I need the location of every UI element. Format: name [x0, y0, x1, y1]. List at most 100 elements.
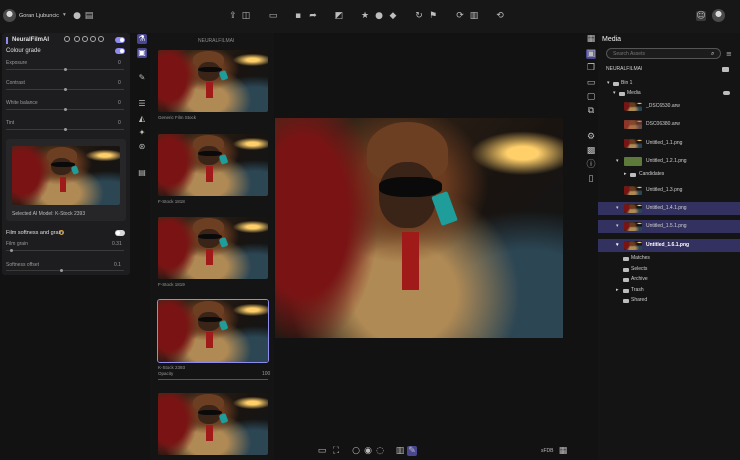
settings-icon[interactable]: ⚙: [586, 132, 596, 142]
circle-outline-icon[interactable]: ○: [351, 446, 361, 456]
folder-icon[interactable]: ▭: [268, 11, 278, 21]
asset-row[interactable]: Untitled_1.3.png: [598, 184, 740, 197]
tree-media-folder[interactable]: ▾ Media: [598, 88, 740, 99]
tree-folder-matches[interactable]: Matches: [598, 253, 740, 264]
search-icon[interactable]: ⌕: [711, 50, 714, 58]
export-icon[interactable]: ⇪: [228, 11, 238, 21]
film-grain-value[interactable]: 0.31: [112, 241, 122, 247]
filter-tool-icon[interactable]: ⚗: [137, 34, 147, 44]
film-thumb-k-stock-2393[interactable]: [157, 299, 269, 363]
crop-tool-icon[interactable]: ▣: [137, 48, 147, 58]
image-icon[interactable]: ▩: [586, 146, 596, 156]
search-assets-field[interactable]: ⌕: [606, 48, 721, 59]
tree-expand-icon[interactable]: ▸: [624, 169, 627, 180]
tag-icon[interactable]: ◆: [388, 11, 398, 21]
media-root-label[interactable]: NEURALFILMAI: [606, 66, 642, 72]
document-icon[interactable]: ▤: [84, 11, 94, 21]
film-thumb-next[interactable]: [158, 393, 268, 455]
circle-dashed-icon[interactable]: ◌: [375, 446, 385, 456]
split-view-icon[interactable]: ◫: [241, 11, 251, 21]
asset-row-selected[interactable]: ▾ Untitled_1.4.1.png: [598, 202, 740, 215]
edit-mode-icon[interactable]: ✎: [407, 446, 417, 456]
circle-filled-icon[interactable]: ●: [374, 11, 384, 21]
asset-row[interactable]: Untitled_1.1.png: [598, 137, 740, 150]
tree-folder-shared[interactable]: Shared: [598, 295, 740, 306]
monitor-icon[interactable]: ▭: [586, 78, 596, 88]
layers-tool-icon[interactable]: ▤: [137, 168, 147, 178]
panel-info-icon[interactable]: [90, 36, 96, 42]
panel-menu-icon[interactable]: [74, 36, 80, 42]
compare-icon[interactable]: ◩: [334, 11, 344, 21]
search-input[interactable]: [613, 50, 703, 58]
panel-enable-toggle[interactable]: [115, 37, 125, 43]
share-icon[interactable]: ➦: [308, 11, 318, 21]
main-image-viewer[interactable]: [275, 118, 563, 338]
bell-tool-icon[interactable]: ◭: [137, 114, 147, 124]
fit-screen-icon[interactable]: ⛶: [331, 446, 341, 456]
panel-add-icon[interactable]: [98, 36, 104, 42]
white-balance-value[interactable]: 0: [118, 100, 121, 106]
user-settings-icon[interactable]: ☺: [696, 11, 706, 21]
rotate-icon[interactable]: ↻: [414, 11, 424, 21]
exposure-value[interactable]: 0: [118, 60, 121, 66]
image-view-icon[interactable]: ▭: [317, 446, 327, 456]
asset-row-selected[interactable]: ▾ Untitled_1.5.1.png: [598, 220, 740, 233]
sliders-tool-icon[interactable]: ☰: [137, 99, 147, 109]
film-softness-info-icon[interactable]: [59, 230, 64, 235]
chat-icon[interactable]: ▢: [586, 92, 596, 102]
star-icon[interactable]: ★: [360, 11, 370, 21]
info-icon[interactable]: ⓘ: [586, 160, 596, 170]
film-softness-toggle[interactable]: [115, 230, 125, 236]
asset-row[interactable]: ▾ Untitled_1.2.1.png: [598, 155, 740, 168]
exposure-slider-knob[interactable]: [64, 68, 67, 71]
media-library-icon[interactable]: ▣: [586, 49, 596, 59]
copy-icon[interactable]: ❐: [586, 63, 596, 73]
film-grain-slider-knob[interactable]: [10, 249, 13, 252]
user-avatar[interactable]: [3, 9, 16, 22]
tree-expand-icon[interactable]: ▾: [616, 239, 619, 252]
asset-row[interactable]: DSC06380.arw: [598, 118, 740, 131]
cloud-sync-icon[interactable]: [723, 91, 730, 95]
histogram-icon[interactable]: ▥: [395, 446, 405, 456]
white-balance-slider-knob[interactable]: [64, 108, 67, 111]
colour-grade-toggle[interactable]: [115, 48, 125, 54]
filter-icon[interactable]: ≡: [726, 50, 732, 58]
flag-icon[interactable]: ⚑: [428, 11, 438, 21]
panel-visibility-icon[interactable]: [64, 36, 70, 42]
tree-expand-icon[interactable]: ▾: [613, 88, 616, 99]
file-icon[interactable]: ▯: [586, 174, 596, 184]
user-name[interactable]: Goran Ljubuncic: [19, 13, 59, 19]
opacity-slider[interactable]: [158, 379, 268, 380]
account-avatar[interactable]: [712, 9, 725, 22]
softness-offset-slider[interactable]: [6, 270, 124, 271]
film-thumb-generic[interactable]: [158, 50, 268, 112]
tree-candidates-folder[interactable]: ▸ Candidates: [598, 169, 740, 180]
selected-model-card[interactable]: Selected AI Model: K-Stock 2393: [6, 139, 126, 221]
zoom-level[interactable]: sFDB: [541, 448, 554, 454]
grid-view-icon[interactable]: ▦: [558, 446, 568, 456]
sparkle-tool-icon[interactable]: ✦: [137, 128, 147, 138]
film-grain-slider[interactable]: [6, 250, 124, 251]
new-folder-icon[interactable]: [722, 67, 729, 72]
duplicate-icon[interactable]: ⧉: [586, 106, 596, 116]
tree-expand-icon[interactable]: ▾: [616, 202, 619, 215]
softness-offset-slider-knob[interactable]: [60, 269, 63, 272]
tree-folder-archive[interactable]: Archive: [598, 274, 740, 285]
tree-expand-icon[interactable]: ▾: [616, 220, 619, 233]
tint-slider-knob[interactable]: [64, 128, 67, 131]
tree-expand-icon[interactable]: ▾: [616, 155, 619, 168]
sync-icon[interactable]: ⟲: [495, 11, 505, 21]
brush-tool-icon[interactable]: ✎: [137, 73, 147, 83]
softness-offset-value[interactable]: 0.1: [114, 262, 121, 268]
heal-tool-icon[interactable]: ⊛: [137, 142, 147, 152]
circle-filled-icon[interactable]: ◉: [363, 446, 373, 456]
asset-row-active[interactable]: ▾ Untitled_1.6.1.png: [598, 239, 740, 252]
contrast-slider-knob[interactable]: [64, 88, 67, 91]
asset-row[interactable]: _DSC6530.arw: [598, 100, 740, 113]
tint-value[interactable]: 0: [118, 120, 121, 126]
refresh-icon[interactable]: ⟳: [455, 11, 465, 21]
trash-icon[interactable]: ▥: [469, 11, 479, 21]
contrast-value[interactable]: 0: [118, 80, 121, 86]
film-thumb-f-stock-1819[interactable]: [158, 217, 268, 279]
film-thumb-f-stock-1818[interactable]: [158, 134, 268, 196]
